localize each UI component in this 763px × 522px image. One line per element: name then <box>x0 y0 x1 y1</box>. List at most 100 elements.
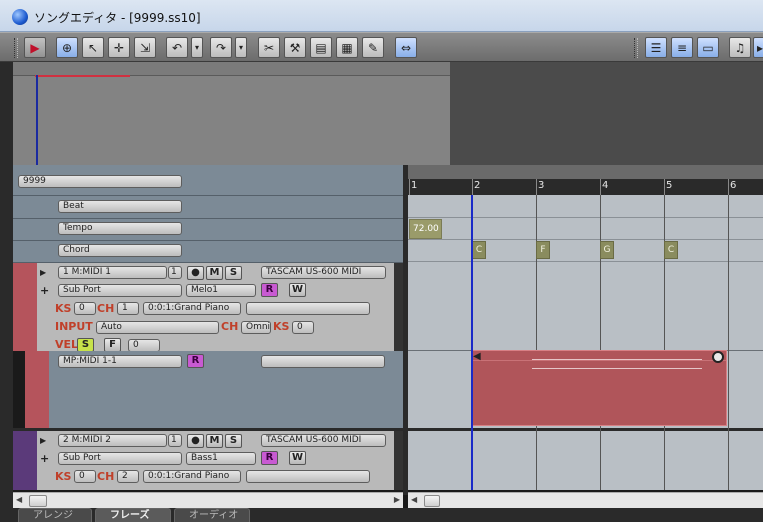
track-1-add-icon[interactable]: + <box>40 284 49 297</box>
redo-icon[interactable]: ↷ <box>210 37 232 58</box>
tempo-value[interactable]: 72.00 <box>409 219 442 239</box>
scissors-icon[interactable]: ✂ <box>258 37 280 58</box>
track-1-vel-s-button[interactable]: S <box>77 338 94 352</box>
track-1-solo-button[interactable]: S <box>225 266 242 280</box>
track-2-color <box>13 431 37 490</box>
track-1-input-ks[interactable]: 0 <box>292 321 314 334</box>
scroll-thumb[interactable] <box>424 495 440 507</box>
track-1-instrument-extra[interactable] <box>246 302 370 315</box>
score-icon[interactable]: ♫ <box>729 37 751 58</box>
track-2-part-name[interactable]: Bass1 <box>186 452 256 465</box>
track-2-solo-button[interactable]: S <box>225 434 242 448</box>
song-overview[interactable] <box>13 62 763 165</box>
arrange-grid[interactable]: 72.00 1 2 3 4 5 6 C F G C ◀ <box>408 165 763 490</box>
track-1-ks-value[interactable]: 0 <box>74 302 96 315</box>
track-1-device[interactable]: TASCAM US-600 MIDI <box>261 266 386 279</box>
piano-roll-icon[interactable]: ▦ <box>336 37 358 58</box>
play-record-icon[interactable]: ▶ <box>24 37 46 58</box>
track-1-read-button[interactable]: R <box>261 283 278 297</box>
track-1-input-ch[interactable]: Omni <box>241 321 271 334</box>
scroll-left-icon[interactable]: ◀ <box>16 495 22 504</box>
phrase-track-name[interactable]: MP:MIDI 1-1 <box>58 355 182 368</box>
toolbar-grip-right[interactable] <box>634 38 638 58</box>
track-1-mute-button[interactable]: M <box>206 266 223 280</box>
track-2-number[interactable]: 1 <box>168 434 182 447</box>
track-2-ks-value[interactable]: 0 <box>74 470 96 483</box>
beat-track-label[interactable]: Beat <box>58 200 182 213</box>
tab-phrase[interactable]: フレーズ <box>95 508 171 522</box>
midi-part-clip[interactable]: ◀ <box>471 350 727 426</box>
track-2-ch-value[interactable]: 2 <box>117 470 139 483</box>
undo-icon[interactable]: ↶ <box>166 37 188 58</box>
redo-dropdown-icon[interactable]: ▾ <box>235 37 247 58</box>
scroll-thumb[interactable] <box>29 495 47 507</box>
phrase-track-gap <box>13 351 25 428</box>
track-2-mute-button[interactable]: M <box>206 434 223 448</box>
bar-ruler[interactable] <box>408 179 763 195</box>
phrase-track-extra[interactable] <box>261 355 385 368</box>
list-view-icon[interactable]: ☰ <box>645 37 667 58</box>
tempo-track-label[interactable]: Tempo <box>58 222 182 235</box>
track-1-scrollbar[interactable] <box>394 263 403 351</box>
chord-cell[interactable]: C <box>664 241 678 259</box>
song-position-cursor[interactable] <box>471 195 473 490</box>
chord-cell[interactable]: F <box>536 241 550 259</box>
arrange-hscroll[interactable]: ◀ <box>408 492 763 508</box>
track-1-write-button[interactable]: W <box>289 283 306 297</box>
track-2-expand-icon[interactable]: ▶ <box>40 436 46 445</box>
track-1-ch-value[interactable]: 1 <box>117 302 139 315</box>
quantize-icon[interactable]: ▤ <box>310 37 332 58</box>
ruler-bar-number: 2 <box>474 180 481 191</box>
track-2-name[interactable]: 2 M:MIDI 2 <box>58 434 167 447</box>
eraser-icon[interactable]: ✎ <box>362 37 384 58</box>
clip-start-marker-icon[interactable]: ◀ <box>473 351 481 362</box>
add-pointer-icon[interactable]: ✛ <box>108 37 130 58</box>
toolbar-grip[interactable] <box>14 38 18 58</box>
tab-audio[interactable]: オーディオ <box>174 508 250 522</box>
track-2-port[interactable]: Sub Port <box>58 452 182 465</box>
track-1-vel-f-button[interactable]: F <box>104 338 121 352</box>
marker-icon[interactable]: ⇔ <box>395 37 417 58</box>
track-2-scrollbar[interactable] <box>394 431 403 490</box>
chord-track-label[interactable]: Chord <box>58 244 182 257</box>
track-2-panel[interactable]: ▶ 2 M:MIDI 2 1 ● M S TASCAM US-600 MIDI … <box>13 431 403 490</box>
phrase-track-read-button[interactable]: R <box>187 354 204 368</box>
phrase-track-panel[interactable]: MP:MIDI 1-1 R <box>13 351 403 428</box>
track-2-instrument[interactable]: 0:0:1:Grand Piano <box>143 470 241 483</box>
track-2-record-button[interactable]: ● <box>187 434 204 448</box>
mixer-icon[interactable]: ≡ <box>671 37 693 58</box>
undo-dropdown-icon[interactable]: ▾ <box>191 37 203 58</box>
range-select-icon[interactable]: ⇲ <box>134 37 156 58</box>
overview-cursor[interactable] <box>36 75 38 165</box>
clip-notes <box>532 359 702 369</box>
overview-track-area[interactable] <box>13 75 450 165</box>
track-1-port[interactable]: Sub Port <box>58 284 182 297</box>
pointer-icon[interactable]: ↖ <box>82 37 104 58</box>
glue-icon[interactable]: ⚒ <box>284 37 306 58</box>
scroll-right-icon[interactable]: ▶ <box>394 495 400 504</box>
track-2-device[interactable]: TASCAM US-600 MIDI <box>261 434 386 447</box>
track-1-part-name[interactable]: Melo1 <box>186 284 256 297</box>
track-list-hscroll[interactable]: ◀ ▶ <box>13 492 403 508</box>
track-2-add-icon[interactable]: + <box>40 452 49 465</box>
track-1-expand-icon[interactable]: ▶ <box>40 268 46 277</box>
track-1-record-button[interactable]: ● <box>187 266 204 280</box>
track-1-panel[interactable]: ▶ 1 M:MIDI 1 1 ● M S TASCAM US-600 MIDI … <box>13 263 403 352</box>
more-icon[interactable]: ▸ <box>753 37 763 58</box>
scroll-left-icon[interactable]: ◀ <box>411 495 417 504</box>
track-1-number[interactable]: 1 <box>168 266 182 279</box>
left-edge <box>0 62 13 522</box>
track-1-instrument[interactable]: 0:0:1:Grand Piano <box>143 302 241 315</box>
track-2-write-button[interactable]: W <box>289 451 306 465</box>
window-icon[interactable]: ▭ <box>697 37 719 58</box>
add-track-icon[interactable]: ⊕ <box>56 37 78 58</box>
track-1-input-value[interactable]: Auto <box>96 321 219 334</box>
tab-arrange[interactable]: アレンジ <box>18 508 92 522</box>
song-name-field[interactable]: 9999 <box>18 175 182 188</box>
clip-loop-icon[interactable] <box>712 351 724 363</box>
chord-cell[interactable]: C <box>472 241 486 259</box>
chord-cell[interactable]: G <box>600 241 614 259</box>
track-2-instrument-extra[interactable] <box>246 470 370 483</box>
track-2-read-button[interactable]: R <box>261 451 278 465</box>
track-1-name[interactable]: 1 M:MIDI 1 <box>58 266 167 279</box>
